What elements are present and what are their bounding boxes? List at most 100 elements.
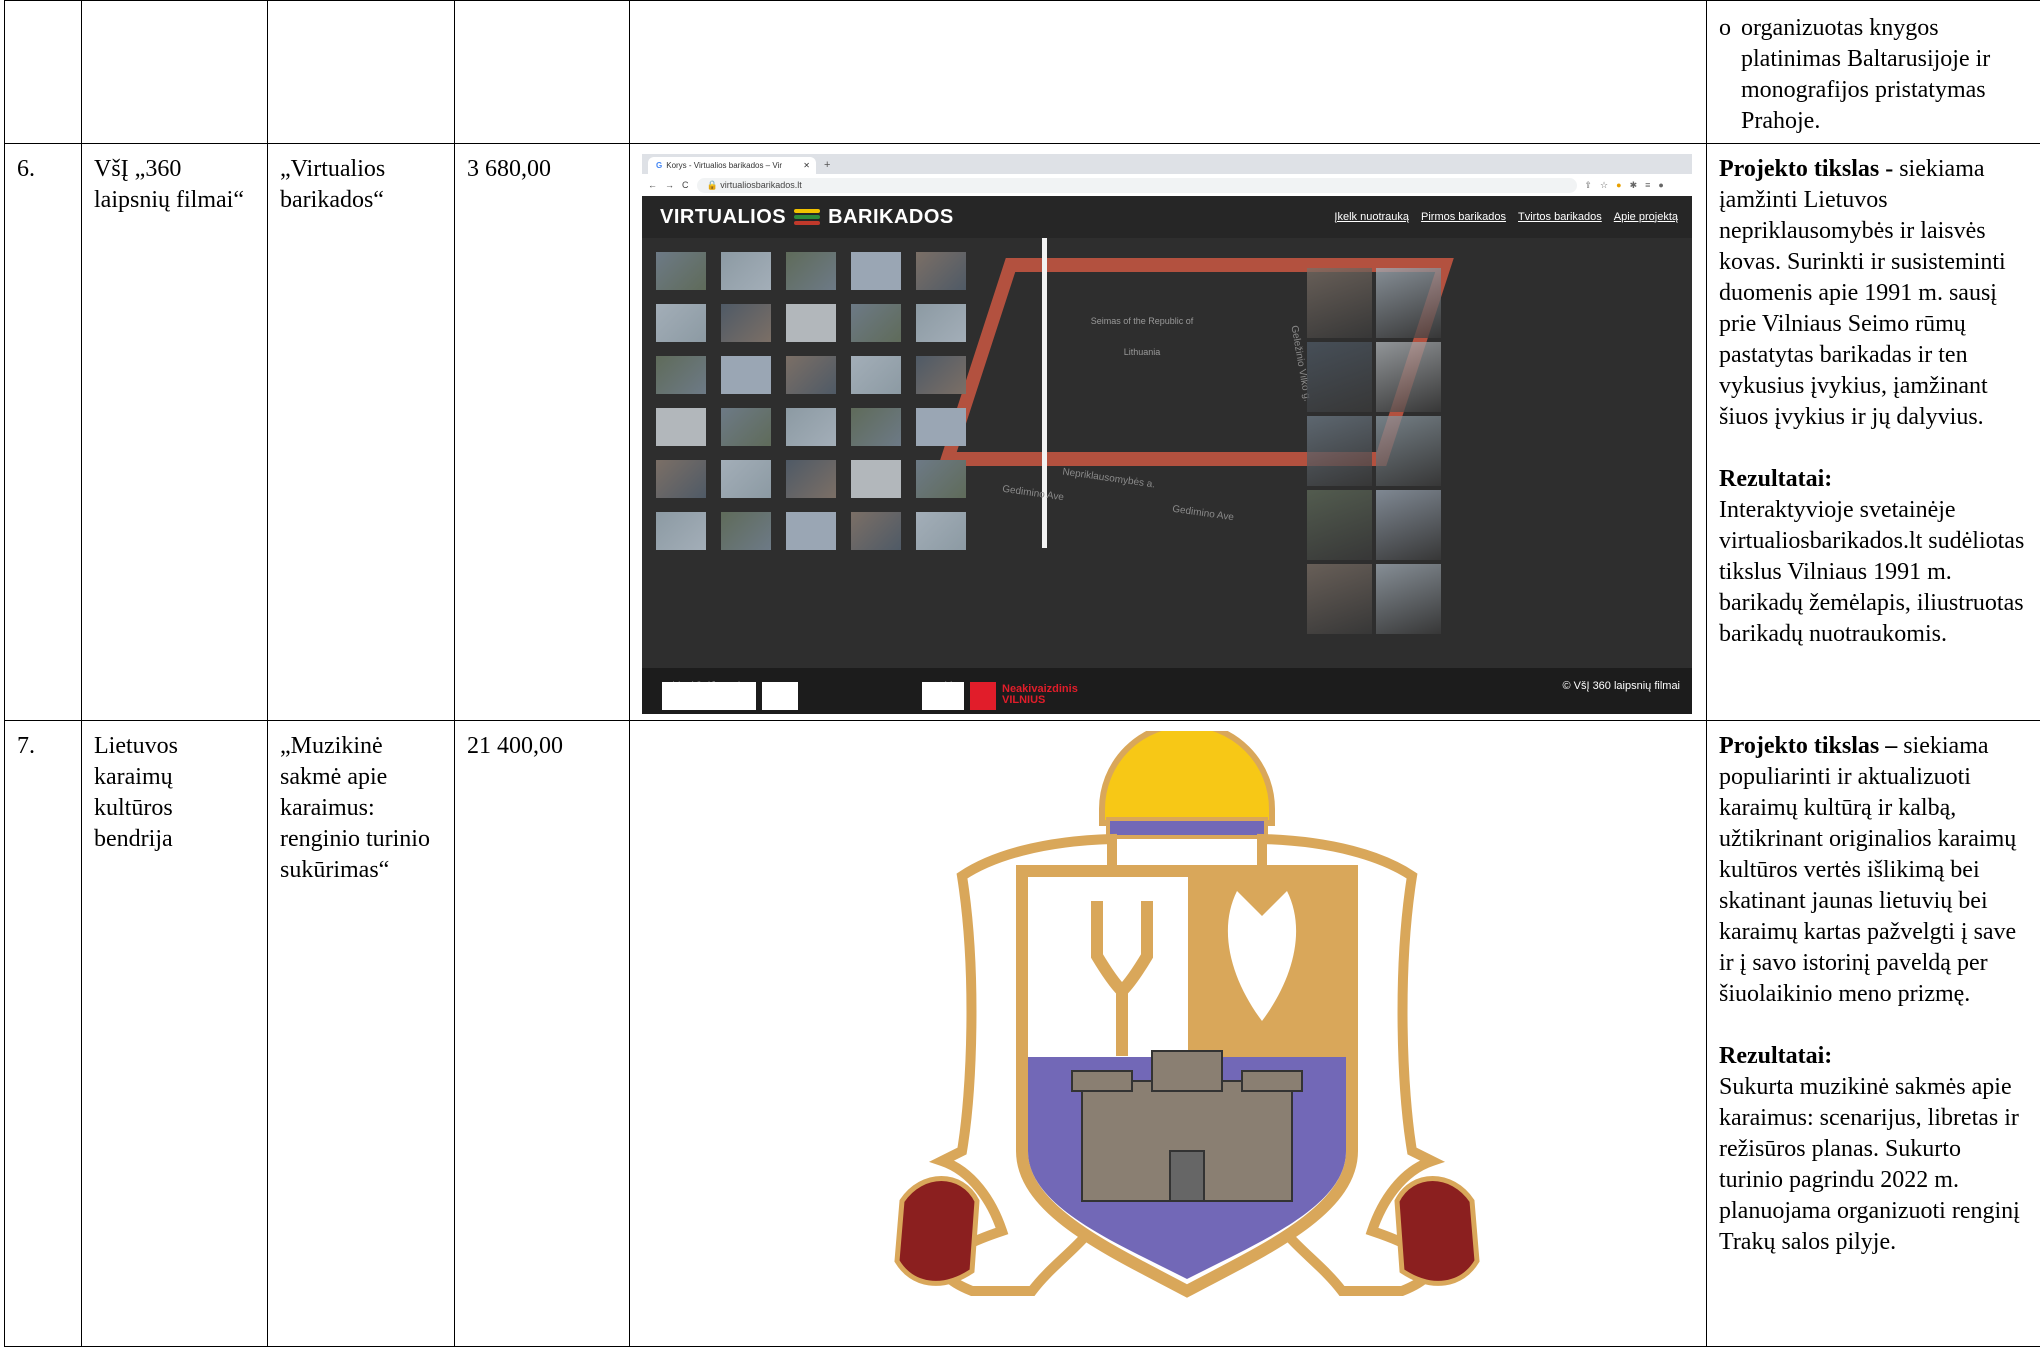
photo-thumbnail [1307,490,1372,560]
photo-thumbnail [721,252,771,290]
photo-column [1307,268,1441,634]
photo-thumbnail [721,408,771,446]
photo-thumbnail [656,356,706,394]
address-bar: ← → C 🔒 virtualiosbarikados.lt ⇪ ☆ ● ✱ ≡… [642,174,1692,197]
results-label: Rezultatai: [1719,1041,2028,1072]
photo-thumbnail [851,304,901,342]
photo-thumbnail [851,356,901,394]
photo-thumbnail [721,304,771,342]
photo-thumbnail [786,408,836,446]
photo-thumbnail [1376,490,1441,560]
photo-thumbnail [786,304,836,342]
browser-tabbar: G Korys - Virtualios barikados – Vir ✕ + [642,154,1692,174]
partner-name: NeakivaizdinisVILNIUS [1002,684,1078,706]
photo-thumbnail [1376,564,1441,634]
logo-text-right: BARIKADOS [828,202,954,233]
cell-empty [455,1,630,144]
photo-thumbnail [851,252,901,290]
photo-thumbnail [916,408,966,446]
project-name: „Virtualios barikados“ [268,144,455,721]
photo-thumbnail [851,408,901,446]
goal-text: siekiama populiarinti ir aktualizuoti ka… [1719,733,2016,1007]
photo-thumbnail [916,512,966,550]
table-row-7: 7. Lietuvos karaimų kultūros bendrija „M… [5,721,2040,1347]
logo-bars [794,209,820,225]
photo-thumbnail [1307,268,1372,338]
emblem-crown [1102,731,1272,823]
photo-thumbnail [1307,342,1372,412]
emblem-castle [1072,1051,1302,1201]
cell-empty [630,1,1707,144]
url-text: virtualiosbarikados.lt [720,180,802,190]
bullet-item: o organizuotas knygos platinimas Baltaru… [1719,13,2028,137]
photo-thumbnail [1307,564,1372,634]
photo-thumbnail [916,356,966,394]
lock-icon: 🔒 [707,180,721,190]
emblem-tassel [897,1179,977,1284]
goal-text: siekiama įamžinti Lietuvos nepriklausomy… [1719,156,2006,430]
bullet-text: organizuotas knygos platinimas Baltarusi… [1741,13,2028,137]
cell-empty [5,1,82,144]
organization-name: Lietuvos karaimų kultūros bendrija [82,721,268,1347]
photo-thumbnail [656,460,706,498]
photo-thumbnail [656,512,706,550]
site-nav: Įkelk nuotrauką Pirmos barikados Tvirtos… [1334,202,1678,233]
photo-thumbnail [656,408,706,446]
photo-thumbnail [916,460,966,498]
photo-thumbnail [1376,268,1441,338]
nav-link-about: Apie projektą [1614,202,1678,233]
url-field: 🔒 virtualiosbarikados.lt [697,178,1577,193]
street-label: Gedimino Ave [1000,474,1066,513]
website-screenshot: G Korys - Virtualios barikados – Vir ✕ +… [642,154,1692,714]
cell-empty [82,1,268,144]
photo-thumbnail [656,252,706,290]
barricade-map: Seimas of the Republic of Lithuania Gedi… [642,238,1692,676]
photo-thumbnail [786,356,836,394]
photo-thumbnail [721,512,771,550]
goal-label: Projekto tikslas - [1719,156,1893,182]
photo-grid [656,252,966,550]
partner-logo [922,682,964,710]
results-label: Rezultatai: [1719,464,2028,495]
screenshot-cell: G Korys - Virtualios barikados – Vir ✕ +… [630,144,1707,721]
photo-thumbnail [1307,416,1372,486]
sponsor-logo [762,682,798,710]
organization-name: VšĮ „360 laipsnių filmai“ [82,144,268,721]
photo-thumbnail [916,252,966,290]
nav-link-first: Pirmos barikados [1421,202,1506,233]
funding-amount: 21 400,00 [455,721,630,1347]
nav-link-upload: Įkelk nuotrauką [1334,202,1409,233]
photo-thumbnail [786,252,836,290]
photo-thumbnail [1376,416,1441,486]
photo-thumbnail [721,460,771,498]
funding-amount: 3 680,00 [455,144,630,721]
goal-paragraph: Projekto tikslas - siekiama įamžinti Lie… [1719,154,2028,433]
website: VIRTUALIOS BARIKADOS Įkelk nuotrauką Pir… [642,196,1692,714]
row-number: 6. [5,144,82,721]
results-text: Sukurta muzikinė sakmės apie karaimus: s… [1719,1072,2028,1258]
photo-thumbnail [786,460,836,498]
emblem-cell [630,721,1707,1347]
cell-empty [268,1,455,144]
new-tab-icon: + [824,157,830,174]
photo-thumbnail [851,512,901,550]
map-label: Seimas of the Republic of Lithuania [1087,306,1197,368]
street-label: Gedimino Ave [1170,494,1236,533]
partner-logo [970,682,996,710]
projects-table: o organizuotas knygos platinimas Baltaru… [4,0,2040,1347]
photo-thumbnail [721,356,771,394]
table-row-continued: o organizuotas knygos platinimas Baltaru… [5,1,2040,144]
site-logo: VIRTUALIOS BARIKADOS [660,202,954,233]
bullet-symbol: o [1719,13,1741,44]
emblem-tassel [1397,1179,1477,1284]
site-footer: Projektą dalinai finansuoja: Partneriai:… [642,668,1692,714]
site-header: VIRTUALIOS BARIKADOS Įkelk nuotrauką Pir… [642,196,1692,238]
photo-thumbnail [851,460,901,498]
site-credit: © VšĮ 360 laipsnių filmai [1562,671,1680,702]
photo-thumbnail [1376,342,1441,412]
results-text: Interaktyvioje svetainėje virtualiosbari… [1719,495,2028,650]
photo-thumbnail [656,304,706,342]
project-name: „Muzikinė sakmė apie karaimus: renginio … [268,721,455,1347]
emblem-crown-band [1108,819,1266,837]
photo-thumbnail [786,512,836,550]
